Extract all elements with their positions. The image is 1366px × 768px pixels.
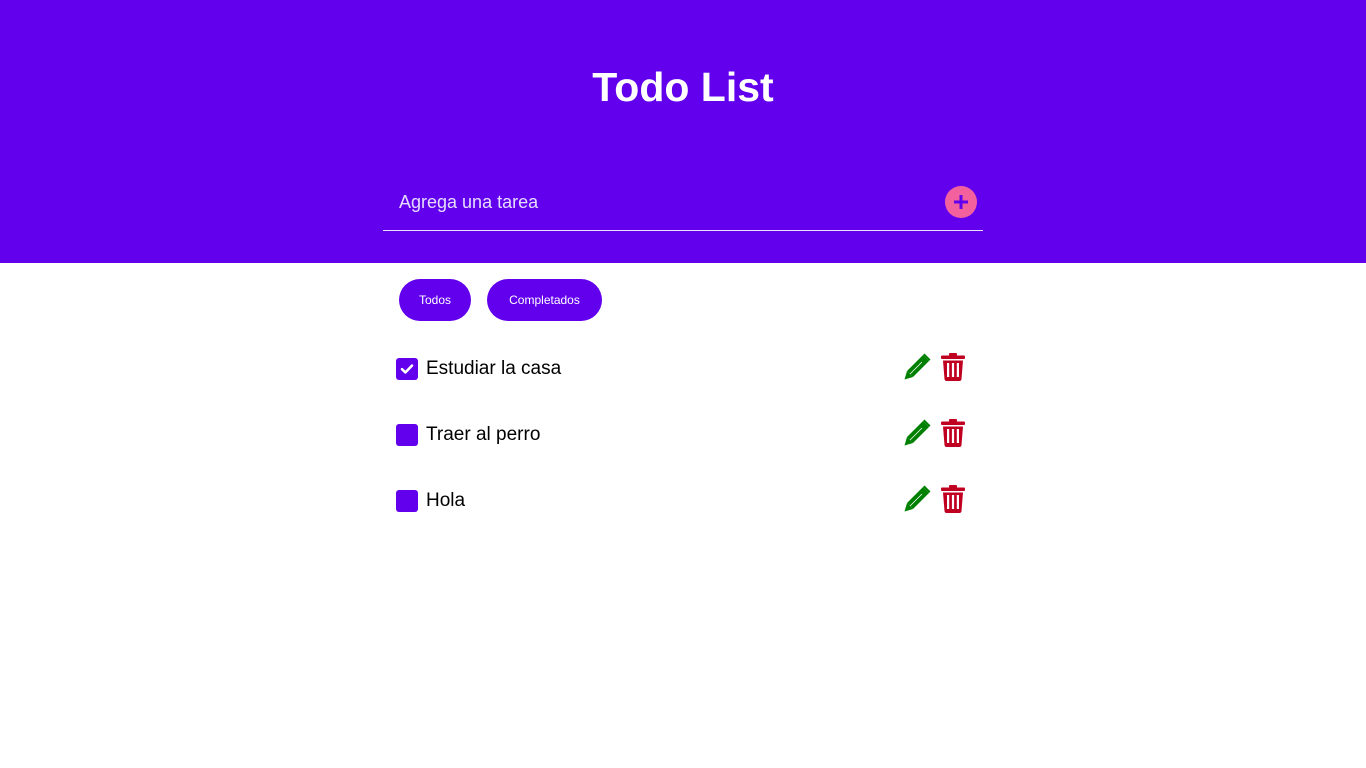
trash-icon[interactable] bbox=[941, 485, 965, 513]
trash-icon[interactable] bbox=[941, 353, 965, 381]
trash-icon[interactable] bbox=[941, 419, 965, 447]
task-label: Traer al perro bbox=[426, 424, 541, 445]
task-item: Traer al perro bbox=[396, 417, 976, 461]
pencil-icon[interactable] bbox=[903, 353, 931, 381]
plus-icon bbox=[954, 195, 968, 209]
pencil-icon[interactable] bbox=[903, 419, 931, 447]
add-task-button[interactable] bbox=[945, 186, 977, 218]
task-label: Hola bbox=[426, 490, 466, 511]
task-checkbox[interactable] bbox=[396, 490, 418, 512]
task-checkbox[interactable] bbox=[396, 424, 418, 446]
filter-todos-button[interactable]: Todos bbox=[399, 279, 471, 321]
check-icon bbox=[400, 364, 414, 374]
task-item: Hola bbox=[396, 483, 976, 527]
add-task-input[interactable] bbox=[383, 176, 939, 228]
task-label: Estudiar la casa bbox=[426, 358, 562, 379]
task-checkbox[interactable] bbox=[396, 358, 418, 380]
add-task-bar bbox=[383, 176, 983, 231]
task-item: Estudiar la casa bbox=[396, 351, 976, 395]
pencil-icon[interactable] bbox=[903, 485, 931, 513]
page-title: Todo List bbox=[592, 64, 774, 110]
filter-completados-button[interactable]: Completados bbox=[487, 279, 602, 321]
header: Todo List bbox=[0, 0, 1366, 263]
